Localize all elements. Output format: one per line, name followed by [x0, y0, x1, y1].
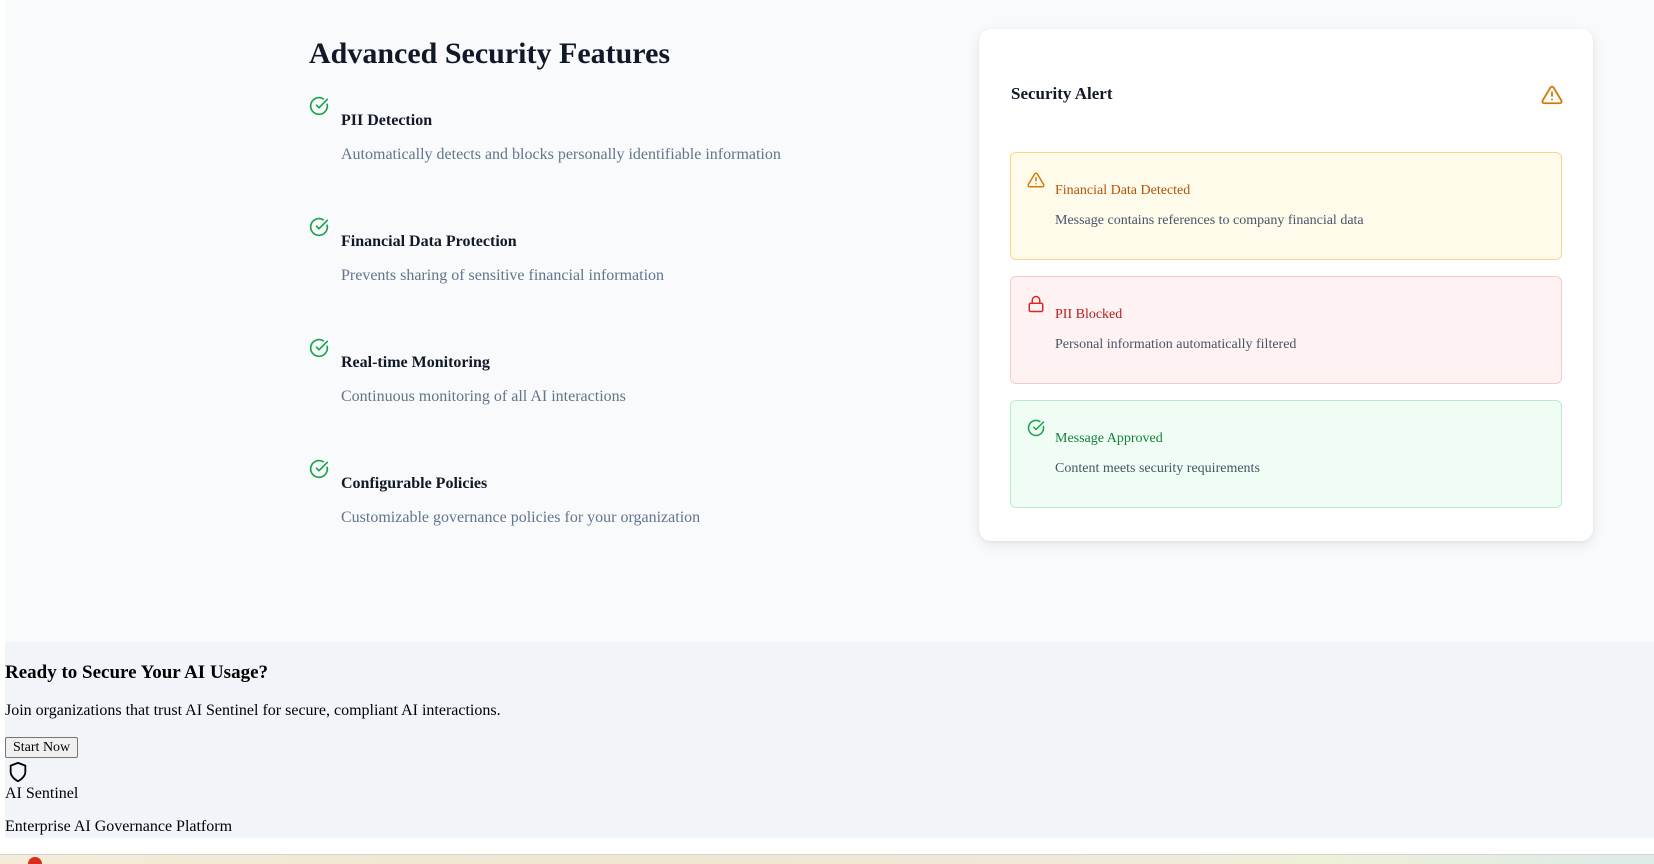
alert-title: Message Approved: [1055, 431, 1163, 446]
check-circle-icon: [1027, 419, 1045, 437]
feature-list: PII Detection Automatically detects and …: [309, 96, 869, 580]
security-alert-card: Security Alert Financial Data Detected M…: [979, 29, 1593, 541]
cta-title: Ready to Secure Your AI Usage?: [5, 662, 269, 683]
features-section: Advanced Security Features PII Detection…: [309, 36, 869, 580]
shield-icon: [9, 761, 27, 783]
feature-description: Continuous monitoring of all AI interact…: [341, 388, 626, 405]
feature-item: PII Detection Automatically detects and …: [309, 96, 869, 217]
alert-financial-data: Financial Data Detected Message contains…: [1010, 152, 1562, 260]
feature-description: Prevents sharing of sensitive financial …: [341, 267, 665, 284]
start-now-button[interactable]: Start Now: [5, 737, 79, 758]
feature-title: Configurable Policies: [341, 475, 488, 492]
alert-description: Content meets security requirements: [1055, 461, 1260, 476]
notification-dot-icon: [28, 857, 42, 864]
check-circle-icon: [309, 217, 329, 237]
alert-card-title: Security Alert: [1011, 84, 1113, 103]
cta-section: Ready to Secure Your AI Usage? Join orga…: [5, 642, 1654, 838]
brand-name: AI Sentinel: [5, 785, 79, 802]
alert-message-approved: Message Approved Content meets security …: [1010, 400, 1562, 508]
lock-icon: [1028, 295, 1044, 313]
brand-tagline: Enterprise AI Governance Platform: [5, 818, 233, 835]
feature-title: Real-time Monitoring: [341, 354, 490, 371]
feature-title: PII Detection: [341, 112, 433, 129]
taskbar-strip: [0, 854, 1654, 864]
warning-icon: [1541, 85, 1563, 105]
feature-description: Automatically detects and blocks persona…: [341, 146, 781, 163]
alert-title: Financial Data Detected: [1055, 183, 1191, 198]
feature-description: Customizable governance policies for you…: [341, 509, 701, 526]
alert-title: PII Blocked: [1055, 307, 1123, 322]
check-circle-icon: [309, 338, 329, 358]
warning-icon: [1027, 172, 1045, 188]
alert-description: Message contains references to company f…: [1055, 213, 1364, 228]
feature-item: Real-time Monitoring Continuous monitori…: [309, 338, 869, 459]
alert-description: Personal information automatically filte…: [1055, 337, 1297, 352]
feature-title: Financial Data Protection: [341, 233, 517, 250]
features-title: Advanced Security Features: [309, 37, 671, 70]
feature-item: Financial Data Protection Prevents shari…: [309, 217, 869, 338]
alert-pii-blocked: PII Blocked Personal information automat…: [1010, 276, 1562, 384]
check-circle-icon: [309, 96, 329, 116]
check-circle-icon: [309, 459, 329, 479]
feature-item: Configurable Policies Customizable gover…: [309, 459, 869, 580]
cta-description: Join organizations that trust AI Sentine…: [5, 702, 501, 719]
